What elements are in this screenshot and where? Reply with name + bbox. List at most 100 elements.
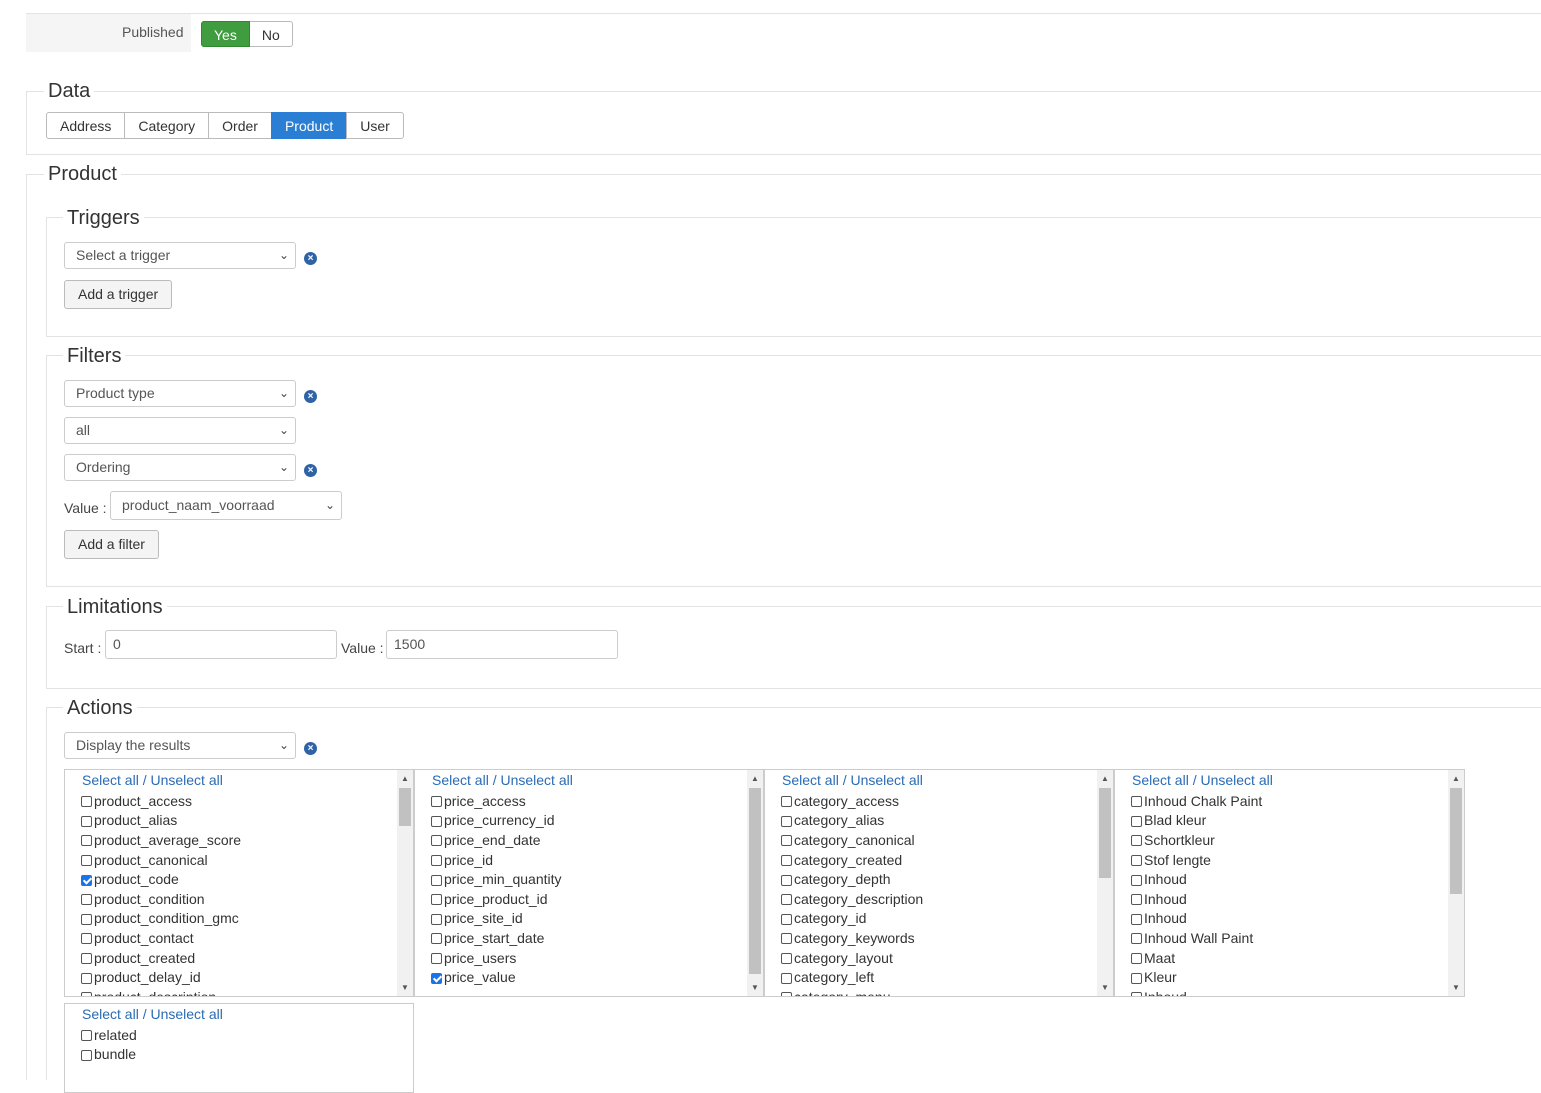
scrollbar-thumb[interactable]	[399, 788, 411, 826]
add-trigger-button[interactable]: Add a trigger	[64, 280, 173, 309]
list-item[interactable]: category_id	[781, 909, 923, 929]
list-item[interactable]: price_min_quantity	[431, 869, 562, 889]
checkbox[interactable]	[81, 972, 92, 984]
ordering-select[interactable]: Ordering ⌄	[64, 454, 296, 481]
scroll-down-icon[interactable]: ▼	[1101, 983, 1109, 992]
list-item[interactable]: Inhoud	[1131, 869, 1262, 889]
scrollbar-thumb[interactable]	[1450, 788, 1462, 894]
list-item[interactable]: Maat	[1131, 948, 1262, 968]
list-item[interactable]: category_depth	[781, 869, 923, 889]
checkbox[interactable]	[81, 815, 92, 827]
checkbox[interactable]	[1131, 855, 1142, 867]
list-item[interactable]: category_keywords	[781, 928, 923, 948]
checkbox[interactable]	[781, 933, 792, 945]
checkbox[interactable]	[431, 933, 442, 945]
list-item[interactable]: Kleur	[1131, 967, 1262, 987]
list-item[interactable]: product_access	[81, 791, 241, 811]
scrollbar-thumb[interactable]	[749, 788, 761, 974]
scroll-down-icon[interactable]: ▼	[401, 983, 409, 992]
scrollbar[interactable]: ▲ ▼	[1448, 770, 1464, 996]
list-item[interactable]: Inhoud	[1131, 889, 1262, 909]
list-item[interactable]: Blad kleur	[1131, 811, 1262, 831]
tab-order[interactable]: Order	[208, 112, 272, 139]
list-item[interactable]: Stof lengte	[1131, 850, 1262, 870]
checkbox[interactable]	[1131, 913, 1142, 925]
scrollbar-thumb[interactable]	[1099, 788, 1111, 878]
checkbox[interactable]	[81, 1030, 92, 1042]
scroll-up-icon[interactable]: ▲	[1452, 774, 1460, 783]
start-input[interactable]: 0	[105, 630, 337, 659]
checkbox[interactable]	[1131, 874, 1142, 886]
checkbox[interactable]	[781, 953, 792, 965]
trigger-select[interactable]: Select a trigger ⌄	[64, 242, 296, 269]
select-all-link[interactable]: Select all / Unselect all	[82, 1006, 223, 1022]
list-item[interactable]: price_start_date	[431, 928, 562, 948]
checkbox[interactable]	[1131, 894, 1142, 906]
list-item[interactable]: bundle	[81, 1045, 137, 1065]
list-item[interactable]: product_created	[81, 948, 241, 968]
remove-action-icon[interactable]: ×	[304, 742, 317, 755]
checkbox[interactable]	[1131, 815, 1142, 827]
checkbox[interactable]	[431, 894, 442, 906]
list-item[interactable]: product_condition	[81, 889, 241, 909]
checkbox[interactable]	[781, 992, 792, 996]
list-item[interactable]: price_currency_id	[431, 811, 562, 831]
remove-ordering-icon[interactable]: ×	[304, 464, 317, 477]
checkbox[interactable]	[81, 913, 92, 925]
tab-user[interactable]: User	[346, 112, 404, 139]
scroll-down-icon[interactable]: ▼	[1452, 983, 1460, 992]
checkbox[interactable]	[431, 815, 442, 827]
list-item[interactable]: product_condition_gmc	[81, 909, 241, 929]
scrollbar[interactable]: ▲ ▼	[1097, 770, 1113, 996]
checkbox[interactable]	[81, 835, 92, 847]
scrollbar[interactable]: ▲ ▼	[397, 770, 413, 996]
scroll-up-icon[interactable]: ▲	[751, 774, 759, 783]
checkbox[interactable]	[1131, 796, 1142, 808]
checkbox[interactable]	[1131, 992, 1142, 996]
checkbox[interactable]	[81, 933, 92, 945]
list-item[interactable]: price_product_id	[431, 889, 562, 909]
list-item[interactable]: price_access	[431, 791, 562, 811]
list-item[interactable]: price_end_date	[431, 830, 562, 850]
select-all-link[interactable]: Select all / Unselect all	[82, 772, 223, 788]
list-item[interactable]: price_users	[431, 948, 562, 968]
list-item[interactable]: Inhoud Wall Paint	[1131, 928, 1262, 948]
scrollbar[interactable]: ▲ ▼	[747, 770, 763, 996]
list-item[interactable]: category_access	[781, 791, 923, 811]
checkbox[interactable]	[81, 894, 92, 906]
checkbox[interactable]	[1131, 933, 1142, 945]
product-type-all-select[interactable]: all ⌄	[64, 417, 296, 444]
checkbox[interactable]	[781, 796, 792, 808]
scroll-up-icon[interactable]: ▲	[1101, 774, 1109, 783]
checkbox[interactable]	[781, 894, 792, 906]
action-select[interactable]: Display the results ⌄	[64, 732, 296, 759]
list-item[interactable]: category_layout	[781, 948, 923, 968]
list-item[interactable]: related	[81, 1025, 137, 1045]
published-no-button[interactable]: No	[249, 21, 293, 47]
tab-address[interactable]: Address	[46, 112, 126, 139]
list-item[interactable]: product_alias	[81, 811, 241, 831]
list-item[interactable]: product_average_score	[81, 830, 241, 850]
list-item[interactable]: Schortkleur	[1131, 830, 1262, 850]
list-item[interactable]: price_value	[431, 967, 562, 987]
checkbox[interactable]	[431, 913, 442, 925]
list-item[interactable]: product_canonical	[81, 850, 241, 870]
list-item[interactable]: product_delay_id	[81, 967, 241, 987]
list-item[interactable]: category_canonical	[781, 830, 923, 850]
scroll-up-icon[interactable]: ▲	[401, 774, 409, 783]
list-item[interactable]: Inhoud	[1131, 909, 1262, 929]
list-item[interactable]: product_contact	[81, 928, 241, 948]
select-all-link[interactable]: Select all / Unselect all	[432, 772, 573, 788]
checkbox[interactable]	[781, 874, 792, 886]
checkbox[interactable]	[431, 835, 442, 847]
limit-value-input[interactable]: 1500	[386, 630, 618, 659]
checkbox[interactable]	[1131, 953, 1142, 965]
checkbox[interactable]	[781, 835, 792, 847]
select-all-link[interactable]: Select all / Unselect all	[782, 772, 923, 788]
checkbox[interactable]	[781, 855, 792, 867]
ordering-value-select[interactable]: product_naam_voorraad ⌄	[110, 491, 342, 520]
scroll-down-icon[interactable]: ▼	[751, 983, 759, 992]
list-item[interactable]: category_alias	[781, 811, 923, 831]
add-filter-button[interactable]: Add a filter	[64, 530, 159, 559]
checkbox[interactable]	[1131, 972, 1142, 984]
